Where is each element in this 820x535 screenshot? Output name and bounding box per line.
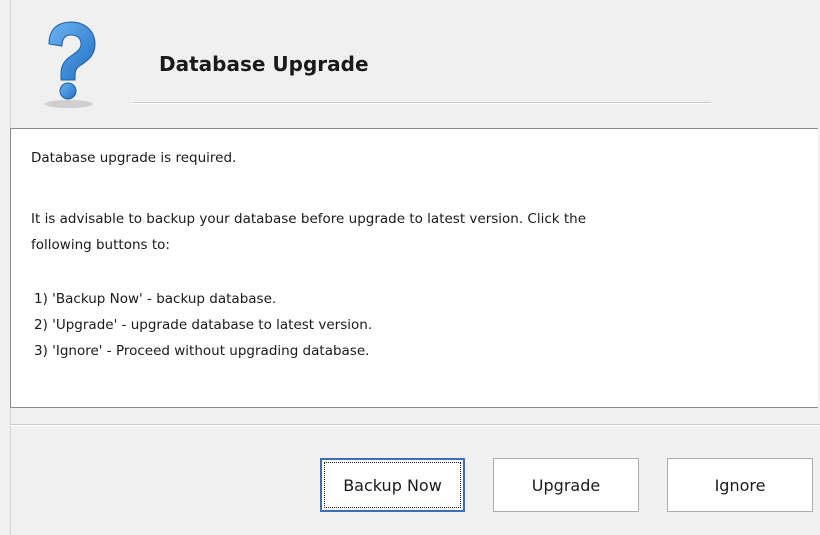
message-advisory: It is advisable to backup your database … xyxy=(31,211,587,227)
dialog-title: Database Upgrade xyxy=(159,52,369,76)
message-required: Database upgrade is required. xyxy=(31,150,237,166)
option-upgrade: 2) 'Upgrade' - upgrade database to lates… xyxy=(34,317,373,333)
dialog-header: Database Upgrade xyxy=(10,0,820,128)
message-panel: Database upgrade is required. It is advi… xyxy=(10,128,818,408)
footer-divider xyxy=(10,424,820,426)
footer-edge xyxy=(10,408,11,535)
database-upgrade-dialog: Database Upgrade Database upgrade is req… xyxy=(0,0,820,535)
backup-now-button[interactable]: Backup Now xyxy=(320,458,465,512)
upgrade-button[interactable]: Upgrade xyxy=(493,458,639,512)
message-advisory-cont: following buttons to: xyxy=(31,237,170,253)
ignore-button[interactable]: Ignore xyxy=(667,458,813,512)
backup-now-label: Backup Now xyxy=(343,475,442,495)
ignore-label: Ignore xyxy=(714,475,766,495)
option-ignore: 3) 'Ignore' - Proceed without upgrading … xyxy=(34,343,370,359)
upgrade-label: Upgrade xyxy=(531,475,601,495)
question-mark-icon xyxy=(45,21,96,108)
option-backup-now: 1) 'Backup Now' - backup database. xyxy=(34,291,277,307)
title-divider xyxy=(133,102,711,104)
